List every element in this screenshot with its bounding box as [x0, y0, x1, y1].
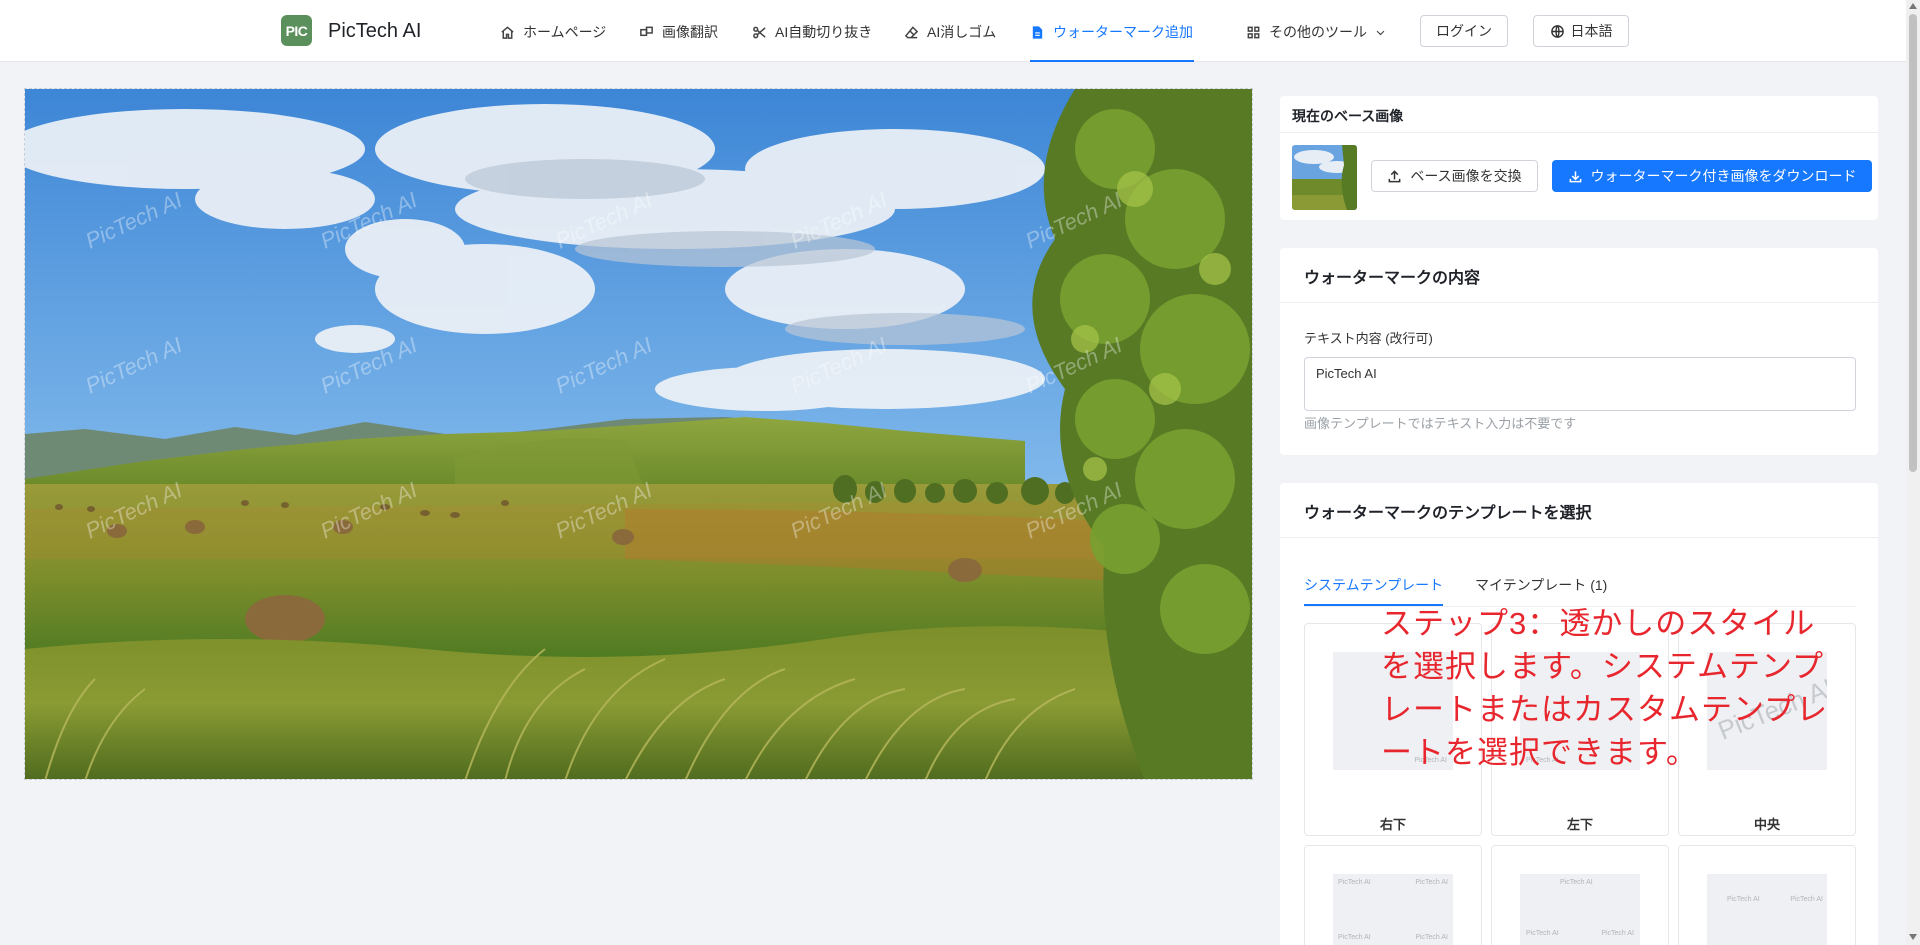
page-scrollbar[interactable] [1906, 0, 1920, 945]
translate-icon [640, 26, 653, 36]
nav-ai-cutout-label: AI自動切り抜き [775, 24, 873, 40]
active-nav-indicator [1030, 60, 1194, 62]
home-icon [501, 25, 514, 39]
login-button[interactable]: ログイン [1420, 15, 1508, 47]
template-preview: PicTech AI PicTech AI PicTech AI PicTech… [1333, 874, 1453, 945]
nav-ai-cutout[interactable]: AI自動切り抜き [752, 22, 872, 42]
base-image-title: 現在のベース画像 [1292, 108, 1404, 124]
scissors-icon [753, 26, 766, 38]
download-icon [1569, 170, 1581, 182]
preview-watermark-text: PicTech AI [1415, 934, 1448, 941]
nav-add-watermark[interactable]: ウォーターマーク追加 [1030, 22, 1193, 42]
scroll-up-icon[interactable] [1909, 3, 1917, 9]
preview-watermark-text: PicTech AI [1601, 930, 1634, 937]
watermark-content-panel: ウォーターマークの内容 テキスト内容 (改行可) PicTech AI 画像テン… [1280, 248, 1878, 455]
scrollbar-thumb[interactable] [1909, 14, 1917, 472]
watermark-text-input[interactable]: PicTech AI [1304, 357, 1856, 411]
download-watermarked-image-label: ウォーターマーク付き画像をダウンロード [1590, 168, 1857, 184]
watermark-canvas[interactable]: PicTech AI PicTech AI PicTech AI PicTech… [24, 88, 1253, 780]
template-label: 右下 [1379, 817, 1406, 832]
tab-my-templates[interactable]: マイテンプレート (1) [1475, 575, 1607, 595]
template-preview: PicTech AI PicTech AI PicTech AI [1520, 874, 1640, 945]
document-icon [1032, 25, 1043, 39]
grid-icon [1247, 26, 1260, 38]
brand-name[interactable]: PicTech AI [328, 20, 421, 43]
template-label: 左下 [1566, 817, 1593, 832]
scroll-down-icon[interactable] [1909, 934, 1917, 940]
language-selector[interactable]: 日本語 [1533, 15, 1629, 47]
nav-ai-eraser-label: AI消しゴム [927, 24, 997, 40]
template-preview: PicTech AI PicTech AI [1707, 874, 1827, 945]
nav-image-translation-label: 画像翻訳 [662, 24, 718, 40]
preview-watermark-text: PicTech AI [1727, 896, 1760, 903]
nav-ai-eraser[interactable]: AI消しゴム [904, 22, 996, 42]
preview-watermark-text: PicTech AI [1415, 879, 1448, 886]
preview-watermark-text: PicTech AI [1338, 934, 1371, 941]
login-button-label: ログイン [1436, 23, 1492, 39]
divider [1280, 302, 1878, 303]
divider [1280, 132, 1878, 133]
eraser-icon [904, 25, 919, 38]
preview-watermark-text: PicTech AI [1790, 896, 1823, 903]
brand-logo[interactable]: PIC [281, 15, 312, 46]
preview-watermark-text: PicTech AI [1526, 930, 1559, 937]
base-image-panel: 現在のベース画像 ベース画像を交換 ウォーターマーク付き画像をダウンロード [1280, 96, 1878, 220]
text-content-hint: 画像テンプレートではテキスト入力は不要です [1304, 416, 1577, 431]
tab-system-templates[interactable]: システムテンプレート [1304, 575, 1443, 595]
upload-icon [1388, 169, 1401, 182]
preview-watermark-text: PicTech AI [1560, 879, 1593, 886]
nav-home[interactable]: ホームページ [500, 22, 606, 42]
globe-icon [1550, 24, 1564, 38]
nav-home-label: ホームページ [523, 24, 607, 40]
template-card-sides[interactable]: PicTech AI PicTech AI [1678, 845, 1856, 945]
divider [1280, 537, 1878, 538]
chevron-down-icon [1376, 30, 1385, 35]
nav-more-tools[interactable]: その他のツール [1246, 22, 1386, 42]
replace-base-image-button[interactable]: ベース画像を交換 [1371, 160, 1538, 192]
nav-add-watermark-label: ウォーターマーク追加 [1053, 24, 1193, 40]
download-watermarked-image-button[interactable]: ウォーターマーク付き画像をダウンロード [1552, 160, 1872, 192]
top-navigation-bar: PIC PicTech AI ホームページ 画像翻訳 AI自動切り抜き AI消し… [0, 0, 1906, 62]
template-select-title: ウォーターマークのテンプレートを選択 [1304, 505, 1592, 522]
step-annotation: ステップ3：透かしのスタイルを選択します。システムテンプレートまたはカスタムテン… [1381, 606, 1829, 770]
template-card-corners[interactable]: PicTech AI PicTech AI PicTech AI PicTech… [1304, 845, 1482, 945]
template-card-top-bottom[interactable]: PicTech AI PicTech AI PicTech AI [1491, 845, 1669, 945]
replace-base-image-label: ベース画像を交換 [1410, 168, 1522, 184]
nav-image-translation[interactable]: 画像翻訳 [639, 22, 718, 42]
base-image-thumbnail [1292, 145, 1357, 210]
watermark-content-title: ウォーターマークの内容 [1304, 270, 1481, 287]
preview-watermark-text: PicTech AI [1338, 879, 1371, 886]
nav-more-tools-label: その他のツール [1269, 24, 1367, 40]
landscape-photo: PicTech AI PicTech AI PicTech AI PicTech… [25, 89, 1252, 779]
language-label: 日本語 [1570, 23, 1613, 39]
text-content-label: テキスト内容 (改行可) [1304, 331, 1433, 346]
template-label: 中央 [1753, 817, 1780, 832]
